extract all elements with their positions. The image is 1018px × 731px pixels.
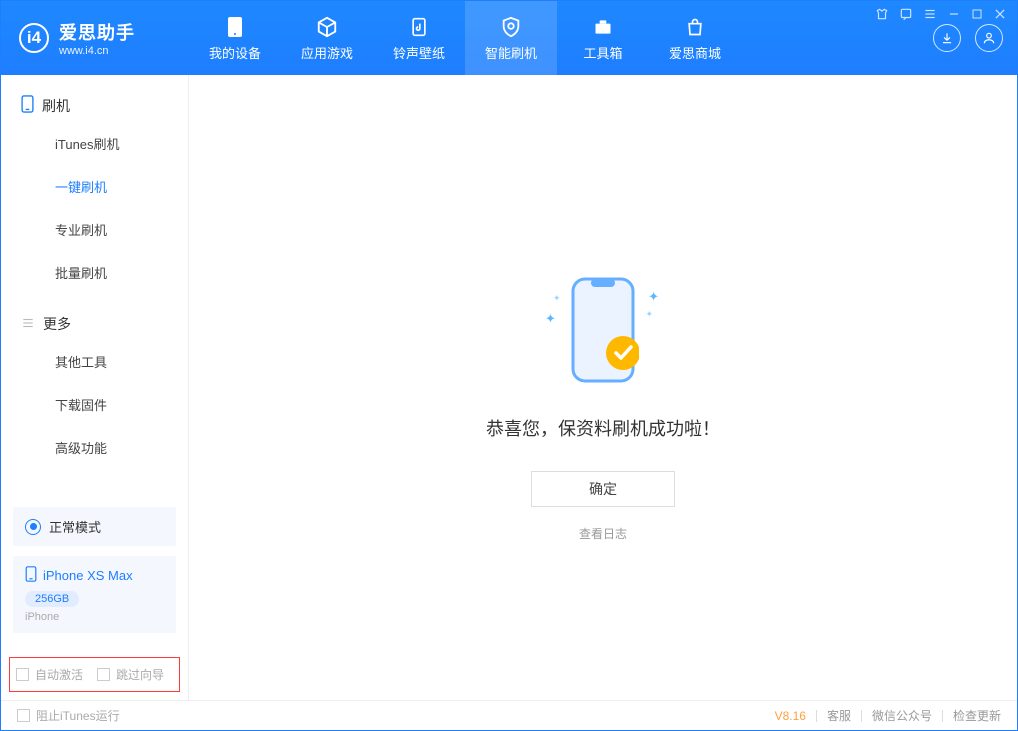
divider xyxy=(816,710,817,722)
nav-tab-store[interactable]: 爱思商城 xyxy=(649,1,741,75)
nav-tab-ringtone[interactable]: 铃声壁纸 xyxy=(373,1,465,75)
sidebar: 刷机 iTunes刷机 一键刷机 专业刷机 批量刷机 更多 其他工具 下载固件 … xyxy=(1,75,189,700)
nav-tab-label: 工具箱 xyxy=(583,43,622,62)
nav-tab-label: 应用游戏 xyxy=(301,43,353,62)
checkbox-icon xyxy=(97,668,110,681)
device-icon xyxy=(227,15,243,39)
sidebar-item-other[interactable]: 其他工具 xyxy=(1,340,188,383)
feedback-icon[interactable] xyxy=(899,7,913,24)
shirt-icon[interactable] xyxy=(875,7,889,24)
mode-box[interactable]: 正常模式 xyxy=(13,507,176,546)
success-message: 恭喜您，保资料刷机成功啦！ xyxy=(486,415,720,441)
bag-icon xyxy=(685,15,705,39)
divider xyxy=(861,710,862,722)
list-icon xyxy=(21,316,35,333)
sidebar-group-title: 刷机 xyxy=(42,96,70,116)
sidebar-item-itunes[interactable]: iTunes刷机 xyxy=(1,122,188,165)
checkbox-label: 阻止iTunes运行 xyxy=(36,707,120,724)
nav-tab-label: 我的设备 xyxy=(209,43,261,62)
sidebar-group-flash: 刷机 xyxy=(1,95,188,122)
checkbox-icon xyxy=(16,668,29,681)
nav-tab-apps[interactable]: 应用游戏 xyxy=(281,1,373,75)
maximize-icon[interactable] xyxy=(971,8,983,23)
mode-label: 正常模式 xyxy=(49,517,101,536)
mode-dot-icon xyxy=(25,519,41,535)
toolbox-icon xyxy=(592,15,614,39)
footer-link-update[interactable]: 检查更新 xyxy=(953,707,1001,724)
storage-badge: 256GB xyxy=(25,591,79,607)
ok-button[interactable]: 确定 xyxy=(531,471,675,507)
logo-icon: i4 xyxy=(19,23,49,53)
checkbox-skip-guide[interactable]: 跳过向导 xyxy=(97,666,164,683)
phone-icon xyxy=(21,95,34,116)
cube-icon xyxy=(316,15,338,39)
download-icon[interactable] xyxy=(933,24,961,52)
device-box[interactable]: iPhone XS Max 256GB iPhone xyxy=(13,556,176,633)
nav-tab-label: 智能刷机 xyxy=(485,43,537,62)
phone-small-icon xyxy=(25,566,37,585)
version-text: V8.16 xyxy=(775,709,806,723)
sidebar-item-oneclick[interactable]: 一键刷机 xyxy=(1,165,188,208)
app-url: www.i4.cn xyxy=(59,45,135,57)
checkbox-label: 跳过向导 xyxy=(116,666,164,683)
sidebar-group-more: 更多 xyxy=(1,314,188,340)
footer-link-support[interactable]: 客服 xyxy=(827,707,851,724)
nav-tab-label: 铃声壁纸 xyxy=(393,43,445,62)
nav-tabs: 我的设备 应用游戏 铃声壁纸 智能刷机 工具箱 爱思商城 xyxy=(189,1,741,75)
sidebar-item-advanced[interactable]: 高级功能 xyxy=(1,426,188,469)
footer-link-wechat[interactable]: 微信公众号 xyxy=(872,707,932,724)
nav-tab-toolbox[interactable]: 工具箱 xyxy=(557,1,649,75)
nav-tab-label: 爱思商城 xyxy=(669,43,721,62)
minimize-icon[interactable] xyxy=(947,7,961,24)
view-log-link[interactable]: 查看日志 xyxy=(579,525,627,542)
device-type: iPhone xyxy=(25,611,164,623)
divider xyxy=(942,710,943,722)
nav-tab-flash[interactable]: 智能刷机 xyxy=(465,1,557,75)
header: i4 爱思助手 www.i4.cn 我的设备 应用游戏 铃声壁纸 智能刷机 xyxy=(1,1,1017,75)
menu-icon[interactable] xyxy=(923,7,937,24)
nav-tab-device[interactable]: 我的设备 xyxy=(189,1,281,75)
checkbox-auto-activate[interactable]: 自动激活 xyxy=(16,666,83,683)
checkbox-block-itunes[interactable]: 阻止iTunes运行 xyxy=(17,707,120,724)
sidebar-group-title: 更多 xyxy=(43,314,71,334)
logo[interactable]: i4 爱思助手 www.i4.cn xyxy=(1,1,189,75)
device-name: iPhone XS Max xyxy=(43,568,133,583)
close-icon[interactable] xyxy=(993,7,1007,24)
shield-icon xyxy=(500,15,522,39)
highlight-box: 自动激活 跳过向导 xyxy=(9,657,180,692)
sidebar-item-pro[interactable]: 专业刷机 xyxy=(1,208,188,251)
window-controls xyxy=(875,7,1007,24)
checkbox-icon xyxy=(17,709,30,722)
footer: 阻止iTunes运行 V8.16 客服 微信公众号 检查更新 xyxy=(1,700,1017,730)
checkbox-label: 自动激活 xyxy=(35,666,83,683)
success-illustration: ✦ ✦ ✦ ✦ xyxy=(567,275,639,385)
sidebar-item-batch[interactable]: 批量刷机 xyxy=(1,251,188,294)
user-icon[interactable] xyxy=(975,24,1003,52)
sidebar-item-firmware[interactable]: 下载固件 xyxy=(1,383,188,426)
music-icon xyxy=(409,15,429,39)
main-panel: ✦ ✦ ✦ ✦ 恭喜您，保资料刷机成功啦！ 确定 查看日志 xyxy=(189,75,1017,700)
app-name: 爱思助手 xyxy=(59,19,135,45)
